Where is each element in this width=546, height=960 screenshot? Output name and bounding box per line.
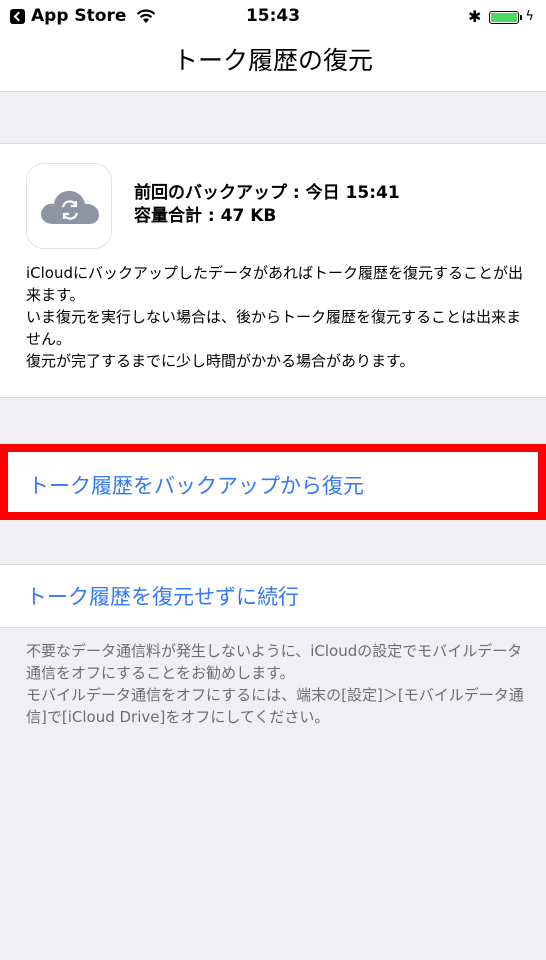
description-line-3: 復元が完了するまでに少し時間がかかる場合があります。 [26, 352, 415, 370]
restore-description: iCloudにバックアップしたデータがあればトーク履歴を復元することが出来ます。… [26, 262, 526, 372]
status-time: 15:43 [245, 6, 301, 26]
battery-level [491, 12, 518, 22]
footer-line-1: 不要なデータ通信料が発生しないように、iCloudの設定でモバイルデータ通信をオ… [26, 642, 523, 682]
battery-icon [489, 10, 520, 24]
bluetooth-icon: ✱ [468, 7, 482, 26]
battery-tip [520, 14, 523, 20]
description-line-2: いま復元を実行しない場合は、後からトーク履歴を復元することは出来ません。 [26, 308, 522, 348]
navigation-bar: トーク履歴の復元 [0, 40, 546, 92]
page-title: トーク履歴の復元 [172, 46, 373, 75]
restore-from-backup-row[interactable]: トーク履歴をバックアップから復元 [0, 444, 546, 520]
continue-without-restore-row[interactable]: トーク履歴を復元せずに続行 [0, 564, 546, 628]
backup-meta: 前回のバックアップ : 今日 15:41 容量合計 : 47 KB [134, 182, 400, 228]
restore-from-backup-button[interactable]: トーク履歴をバックアップから復元 [28, 470, 364, 500]
footer-line-2: モバイルデータ通信をオフにするには、端末の[設定]＞[モバイルデータ通信]で[i… [26, 686, 524, 726]
status-right: ✱ ϟ [468, 8, 534, 26]
total-size-text: 容量合計 : 47 KB [134, 206, 277, 226]
continue-without-restore-button[interactable]: トーク履歴を復元せずに続行 [26, 581, 299, 611]
backup-info-card: 前回のバックアップ : 今日 15:41 容量合計 : 47 KB iCloud… [0, 143, 546, 398]
status-bar: App Store 15:43 ✱ ϟ [0, 0, 546, 40]
description-line-1: iCloudにバックアップしたデータがあればトーク履歴を復元することが出来ます。 [26, 264, 524, 304]
last-backup-text: 前回のバックアップ : 今日 15:41 [134, 183, 400, 203]
charging-bolt-icon: ϟ [525, 9, 534, 24]
footer-note: 不要なデータ通信料が発生しないように、iCloudの設定でモバイルデータ通信をオ… [26, 640, 526, 728]
icloud-sync-icon [26, 163, 112, 249]
